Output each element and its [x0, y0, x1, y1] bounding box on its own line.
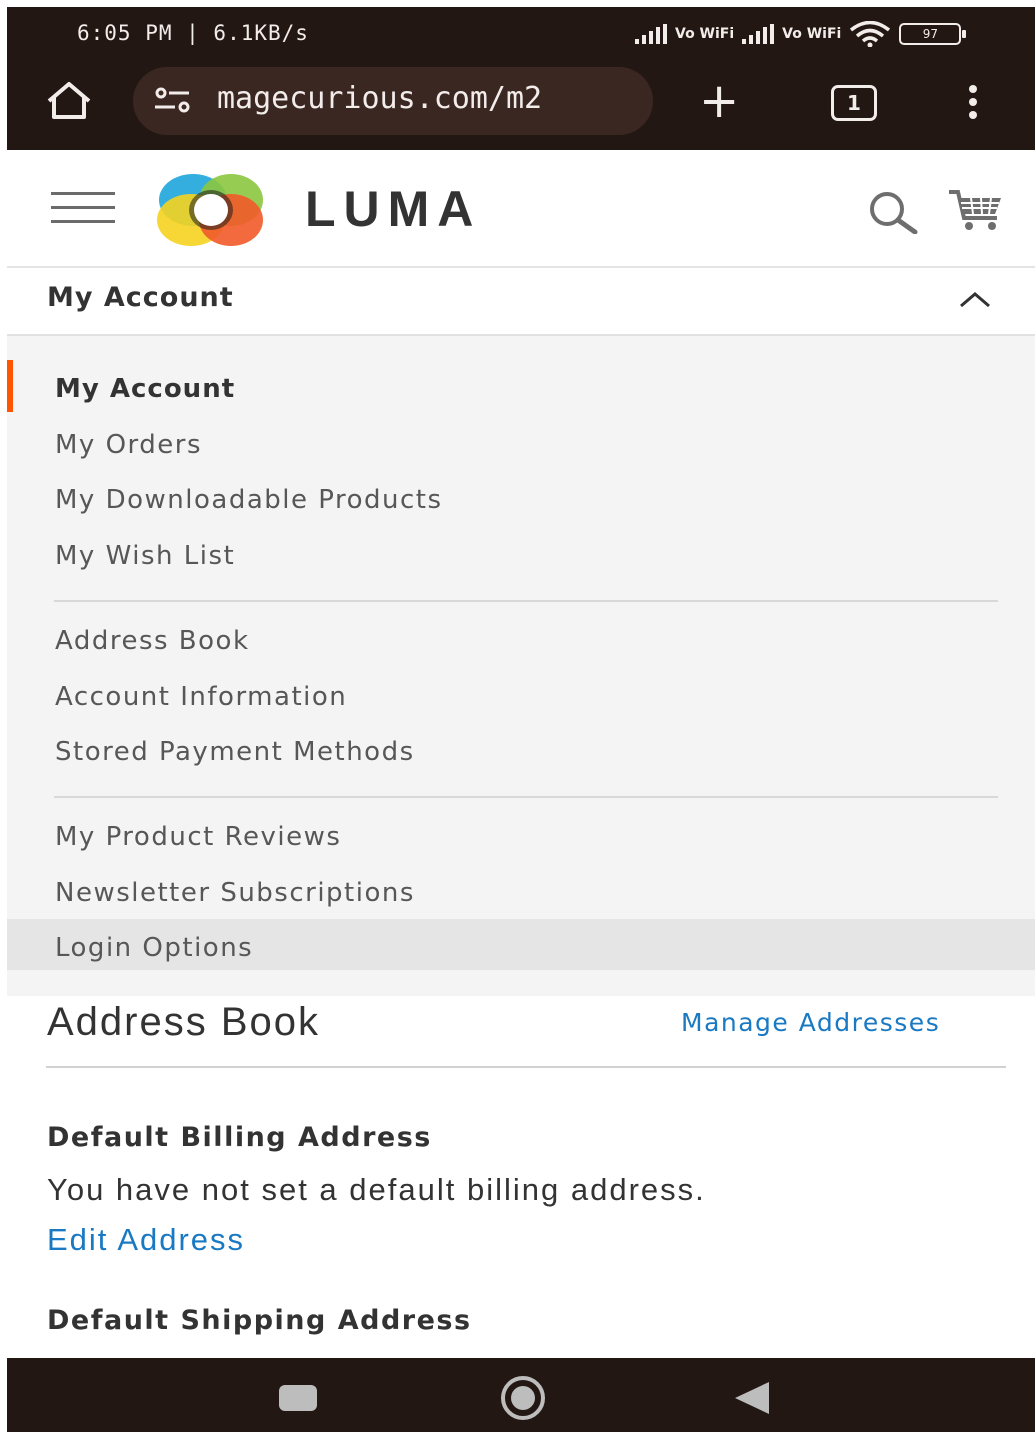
- nav-item-login-options[interactable]: Login Options: [55, 933, 253, 963]
- nav-item-my-orders[interactable]: My Orders: [55, 430, 202, 460]
- signal-icon: [635, 24, 667, 44]
- luma-logo[interactable]: [151, 170, 269, 248]
- nav-item-newsletter-subscriptions[interactable]: Newsletter Subscriptions: [55, 878, 415, 908]
- account-nav-toggle[interactable]: My Account: [7, 268, 1035, 336]
- nav-item-product-reviews[interactable]: My Product Reviews: [55, 822, 341, 852]
- nav-item-my-account: My Account: [55, 374, 236, 404]
- nav-item-address-book[interactable]: Address Book: [55, 626, 250, 656]
- nav-item-downloadable-products[interactable]: My Downloadable Products: [55, 485, 443, 515]
- edit-address-link[interactable]: Edit Address: [47, 1222, 245, 1258]
- url-text[interactable]: magecurious.com/m2: [217, 81, 542, 116]
- status-time: 6:05 PM | 6.1KB/s: [77, 21, 309, 45]
- android-home-icon[interactable]: [500, 1375, 546, 1421]
- plus-icon[interactable]: +: [699, 71, 739, 131]
- billing-address-text: You have not set a default billing addre…: [47, 1172, 706, 1207]
- vowifi-label: Vo WiFi: [782, 25, 842, 42]
- tabs-icon[interactable]: 1: [831, 85, 877, 121]
- search-icon[interactable]: [865, 190, 921, 234]
- address-book-section: Address Book Manage Addresses Default Bi…: [7, 996, 1035, 1361]
- logo-text[interactable]: LUMA: [305, 180, 481, 238]
- current-indicator: [7, 360, 13, 412]
- more-icon[interactable]: [969, 85, 979, 124]
- nav-divider: [54, 796, 998, 798]
- chevron-up-icon[interactable]: [959, 290, 991, 310]
- vowifi-label: Vo WiFi: [675, 25, 735, 42]
- signal-icon: [742, 24, 775, 44]
- manage-addresses-link[interactable]: Manage Addresses: [681, 1008, 940, 1037]
- android-back-icon[interactable]: [731, 1380, 771, 1416]
- site-header: LUMA: [7, 150, 1035, 268]
- billing-address-title: Default Billing Address: [47, 1122, 432, 1153]
- cart-icon[interactable]: [947, 186, 1003, 232]
- android-recents-icon[interactable]: [279, 1385, 317, 1411]
- nav-item-account-information[interactable]: Account Information: [55, 682, 347, 712]
- account-nav-title: My Account: [47, 282, 234, 313]
- shipping-address-title: Default Shipping Address: [47, 1305, 472, 1336]
- system-nav-bar: [7, 1358, 1035, 1432]
- menu-icon[interactable]: [51, 192, 115, 234]
- home-icon[interactable]: [43, 81, 95, 121]
- wifi-icon: [850, 21, 891, 47]
- browser-chrome: 6:05 PM | 6.1KB/s Vo WiFi Vo WiFi 97 mag…: [7, 7, 1035, 150]
- address-bar[interactable]: magecurious.com/m2: [133, 67, 653, 135]
- nav-item-stored-payment-methods[interactable]: Stored Payment Methods: [55, 737, 415, 767]
- status-icons: Vo WiFi Vo WiFi 97: [635, 21, 967, 47]
- nav-divider: [54, 600, 998, 602]
- site-info-icon[interactable]: [153, 87, 193, 115]
- battery-icon: 97: [899, 23, 967, 45]
- nav-item-wish-list[interactable]: My Wish List: [55, 541, 235, 571]
- screen: 6:05 PM | 6.1KB/s Vo WiFi Vo WiFi 97 mag…: [7, 7, 1035, 1432]
- page-title: Address Book: [47, 1000, 321, 1044]
- account-nav: My Account My Orders My Downloadable Pro…: [7, 336, 1035, 996]
- section-divider: [46, 1066, 1006, 1068]
